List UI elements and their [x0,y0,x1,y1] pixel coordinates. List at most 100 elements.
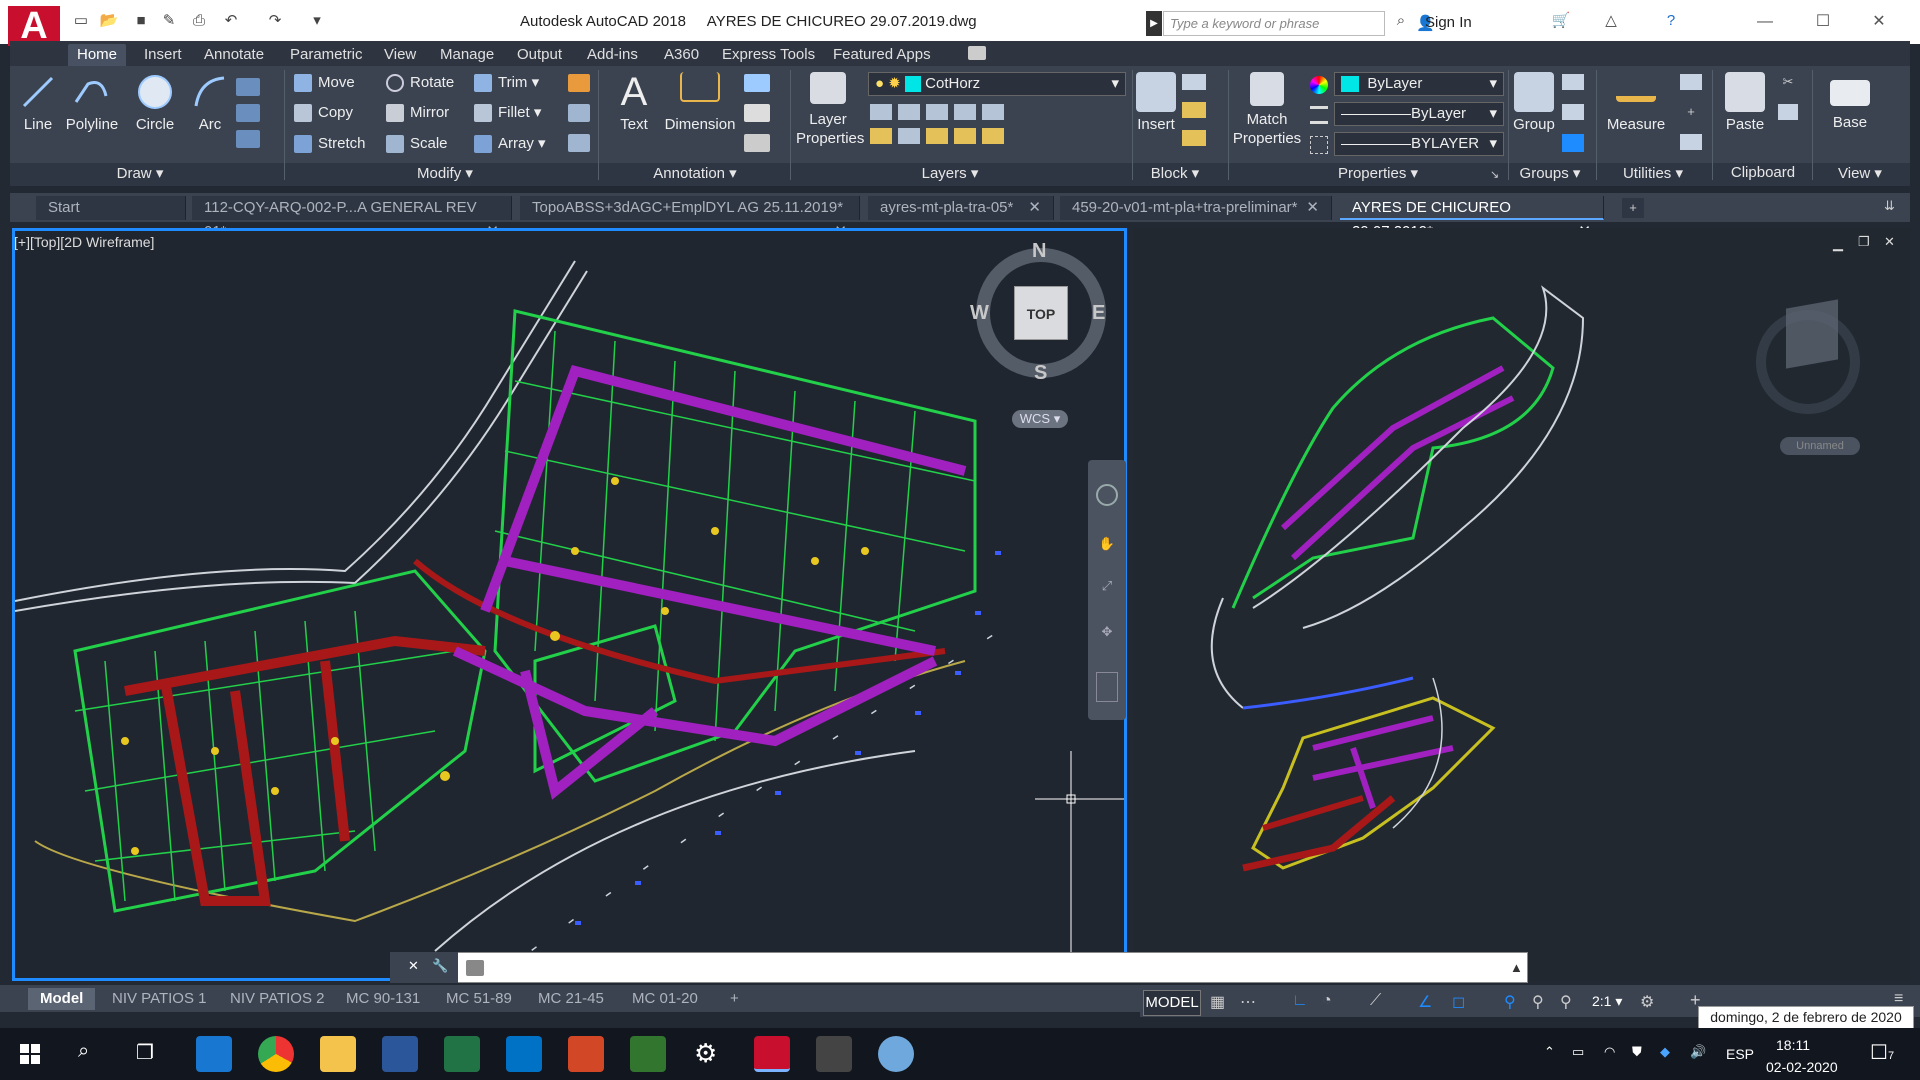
qat-dropdown-icon[interactable]: ▾ [306,10,328,32]
draw-small-tools[interactable] [236,74,260,162]
command-line-input[interactable] [390,952,1528,983]
copy-button[interactable]: Copy [294,102,353,124]
tab-home[interactable]: Home [68,44,127,66]
tab-view[interactable]: View [375,44,425,66]
add-layout-icon[interactable]: + [718,988,751,1010]
search-expand-icon[interactable]: ▶ [1146,11,1162,36]
close-command-icon[interactable]: ✕ [408,958,419,974]
compass-west-label[interactable]: W [970,302,989,325]
layout-tab[interactable]: MC 90-131 [334,988,432,1010]
pan-icon[interactable]: ✋ [1096,536,1118,558]
powerpoint-icon[interactable] [568,1036,604,1072]
stretch-button[interactable]: Stretch [294,133,366,155]
tray-chevron-icon[interactable]: ⌃ [1544,1044,1555,1060]
doc-tab[interactable]: 459-20-v01-mt-pla+tra-preliminar* ✕ [1060,196,1332,220]
showmotion-icon[interactable] [1096,672,1118,702]
close-tab-icon[interactable]: ✕ [1028,196,1041,220]
wifi-icon[interactable]: ◠ [1604,1044,1615,1060]
layout-tab[interactable]: MC 21-45 [526,988,616,1010]
zoom-extents-icon[interactable]: ⤢ [1096,578,1118,600]
view-panel-title[interactable]: View ▾ [1820,164,1900,184]
tab-add-ins[interactable]: Add-ins [578,44,647,66]
project-icon[interactable] [630,1036,666,1072]
viewport-close-icon[interactable]: ✕ [1884,234,1895,250]
tab-list-icon[interactable]: ⇊ [1884,198,1895,214]
tab-featured-apps[interactable]: Featured Apps [824,44,940,66]
undo-icon[interactable]: ↶ [220,10,242,32]
color-dropdown[interactable]: ByLayer ▾ [1334,72,1504,96]
tab-insert[interactable]: Insert [135,44,191,66]
clock-time[interactable]: 18:11 [1776,1037,1810,1053]
shield-tray-icon[interactable]: ⛊ [1632,1044,1642,1060]
groups-small-tools[interactable] [1562,74,1584,160]
search-input[interactable]: Type a keyword or phrase [1163,11,1385,36]
clipboard-small-tools[interactable]: ✂ [1778,74,1798,134]
layer-tools-grid[interactable] [870,104,1010,160]
taskbar-search-icon[interactable]: ⌕ [78,1040,89,1063]
line-button[interactable]: Line [18,72,58,133]
base-view-button[interactable]: Base [1828,72,1872,131]
chrome-icon[interactable] [258,1036,294,1072]
layout-tab[interactable]: MC 51-89 [434,988,524,1010]
fillet-button[interactable]: Fillet ▾ [474,102,541,124]
autocad-taskbar-icon[interactable] [754,1036,790,1072]
utilities-panel-title[interactable]: Utilities ▾ [1608,164,1698,184]
properties-panel-title[interactable]: Properties ▾ [1318,164,1438,184]
layout-tab-model[interactable]: Model [28,988,96,1010]
doc-tab[interactable]: 112-CQY-ARQ-002-P...A GENERAL REV 01*✕ [192,196,512,240]
layers-panel-title[interactable]: Layers ▾ [900,164,1000,184]
close-tab-icon[interactable]: ✕ [1306,196,1319,220]
doc-tab-start[interactable]: Start [36,196,186,220]
clock-date[interactable]: 02-02-2020 [1766,1059,1838,1075]
minimize-icon[interactable]: — [1742,10,1788,34]
tab-express-tools[interactable]: Express Tools [713,44,824,66]
groups-panel-title[interactable]: Groups ▾ [1510,164,1590,184]
viewport-restore-icon[interactable]: ❐ [1858,234,1870,250]
scale-button[interactable]: Scale [386,133,448,155]
compass-north-label[interactable]: N [1032,240,1046,263]
save-icon[interactable]: ■ [130,10,152,32]
viewcube-top-face[interactable]: TOP [1014,286,1068,340]
trim-button[interactable]: Trim ▾ [474,72,539,94]
dimension-button[interactable]: Dimension [662,72,738,133]
command-history-icon[interactable]: ▲ [1510,960,1523,975]
object-snap-tracking-icon[interactable]: ∠ [1418,992,1432,1012]
draw-panel-title[interactable]: Draw ▾ [100,164,180,184]
doc-tab-active[interactable]: AYRES DE CHICUREO 29.07.2019*✕ [1340,196,1604,240]
modify-panel-title[interactable]: Modify ▾ [400,164,490,184]
sign-in-button[interactable]: Sign In [1425,14,1472,31]
polyline-button[interactable]: Polyline [62,72,122,133]
excel-icon[interactable] [444,1036,480,1072]
mirror-button[interactable]: Mirror [386,102,449,124]
command-prompt-icon[interactable] [466,960,484,976]
viewport-minimize-icon[interactable]: ▁ [1833,236,1843,252]
help-icon[interactable]: ? [1660,10,1682,32]
array-button[interactable]: Array ▾ [474,133,546,155]
paint-icon[interactable] [878,1036,914,1072]
cart-icon[interactable]: 🛒 [1550,10,1572,32]
language-indicator[interactable]: ESP [1726,1046,1754,1062]
rotate-button[interactable]: Rotate [386,72,454,94]
annotation-scale-icon[interactable]: ⚲ [1560,992,1572,1012]
paste-button[interactable]: Paste [1722,72,1768,133]
new-tab-icon[interactable]: + [1622,198,1644,218]
arc-button[interactable]: Arc [190,72,230,133]
orbit-icon[interactable]: ✥ [1096,624,1118,646]
volume-icon[interactable]: 🔊 [1690,1044,1706,1060]
grid-icon[interactable]: ▦ [1210,992,1225,1012]
modify-small-tools[interactable] [568,74,590,160]
new-file-icon[interactable]: ▭ [70,10,92,32]
layer-dropdown[interactable]: ● ✹ CotHorz ▾ [868,72,1126,96]
notifications-icon[interactable]: ☐7 [1870,1040,1894,1065]
layout-tab[interactable]: MC 01-20 [620,988,710,1010]
ortho-icon[interactable]: ∟ [1292,992,1308,1010]
start-windows-icon[interactable] [20,1044,40,1064]
save-as-icon[interactable]: ✎ [158,10,180,32]
move-button[interactable]: Move [294,72,355,94]
tab-manage[interactable]: Manage [431,44,503,66]
application-menu-button[interactable]: A [8,6,60,46]
maximize-icon[interactable]: ☐ [1800,10,1846,34]
wcs-menu[interactable]: WCS ▾ [1012,410,1068,428]
viewport-left[interactable] [12,228,1127,981]
annotation-scale-dropdown[interactable]: 2:1 ▾ [1592,993,1622,1010]
